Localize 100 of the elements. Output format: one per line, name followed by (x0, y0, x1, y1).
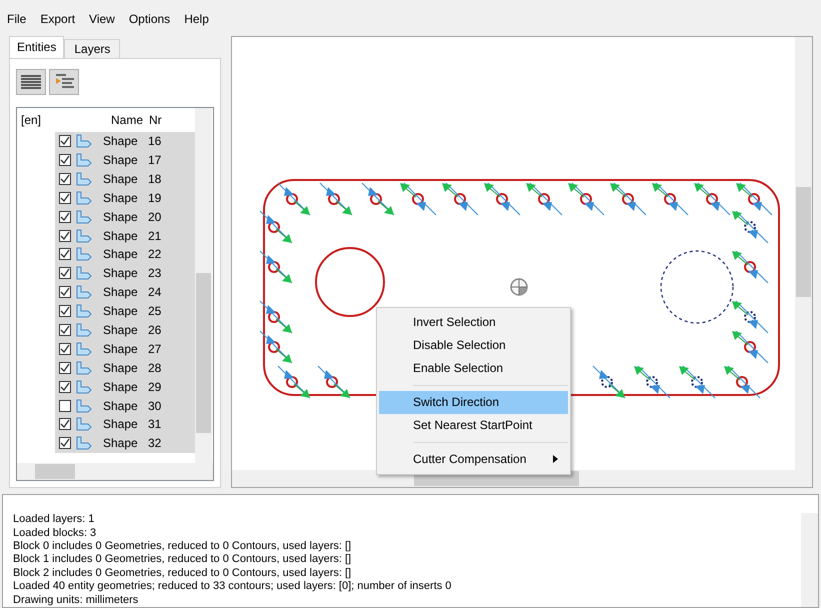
menu-item[interactable]: Export (40, 12, 76, 27)
shape-icon (76, 210, 92, 224)
scrollbar[interactable] (195, 108, 212, 464)
tree-row[interactable]: Shape 24 (55, 282, 195, 302)
checkbox[interactable] (59, 400, 71, 412)
tree-row[interactable]: Shape 16 (55, 132, 195, 150)
menu-item[interactable]: Invert Selection (379, 310, 568, 334)
shape-name: Shape (103, 190, 139, 207)
shape-name: Shape (103, 246, 139, 264)
shape-icon (76, 152, 92, 167)
shape-name: Shape (103, 208, 139, 226)
checkbox[interactable] (59, 210, 71, 223)
shape-number: 24 (148, 284, 162, 302)
tree-row[interactable]: Shape 17 (55, 150, 195, 170)
shape-number: 19 (148, 190, 162, 207)
shape-icon (76, 398, 92, 413)
direction-marker-icon (260, 210, 292, 244)
column-header[interactable]: Name (107, 110, 145, 129)
checkbox[interactable] (59, 380, 71, 393)
shape-number: 26 (148, 322, 162, 339)
direction-marker-icon (318, 365, 350, 398)
direction-marker-icon (260, 300, 292, 334)
shape-name: Shape (103, 435, 139, 452)
checkbox[interactable] (59, 324, 71, 336)
tree-row[interactable]: Shape 30 (55, 396, 195, 415)
menu-item[interactable]: Enable Selection (379, 356, 568, 380)
checkbox[interactable] (59, 230, 71, 242)
drawing-canvas[interactable]: Invert Selection Disable Selection Enable Selection Switch Direction Set Nearest StartPoint Cutter Compensation (231, 36, 813, 488)
menu-item[interactable]: Disable Selection (379, 334, 568, 357)
checkbox[interactable] (59, 418, 71, 430)
list-view-button[interactable] (16, 68, 46, 95)
horizontal-scrollbar[interactable] (232, 470, 812, 488)
menu-item[interactable]: Cutter Compensation (379, 448, 568, 471)
menu-item[interactable]: Help (184, 12, 209, 27)
shape-name: Shape (103, 322, 139, 339)
checkbox[interactable] (59, 172, 71, 185)
checkbox[interactable] (59, 437, 71, 450)
tree-row[interactable]: Shape 22 (55, 244, 195, 264)
tree-row[interactable]: Shape 19 (55, 188, 195, 208)
direction-marker-icon (679, 365, 716, 398)
shape-icon (76, 190, 92, 205)
tree-row[interactable]: Shape 31 (55, 414, 195, 434)
tab[interactable]: Entities (9, 36, 64, 58)
shape-number: 18 (148, 170, 162, 188)
tree-row[interactable]: Shape 27 (55, 339, 195, 358)
shape-name: Shape (103, 152, 139, 169)
shape-number: 22 (148, 246, 162, 264)
tree-row[interactable]: Shape 28 (55, 358, 195, 378)
checkbox[interactable] (59, 305, 71, 318)
submenu-arrow-icon (553, 455, 558, 464)
direction-marker-icon (484, 182, 520, 216)
shape-icon (76, 380, 92, 394)
checkbox[interactable] (59, 342, 71, 355)
direction-marker-icon (610, 182, 646, 216)
shape-icon (76, 417, 92, 432)
checkbox[interactable] (59, 154, 71, 166)
direction-marker-icon (260, 250, 292, 284)
shape-name: Shape (103, 284, 139, 302)
checkbox[interactable] (59, 362, 71, 374)
tree-row[interactable]: Shape 23 (55, 264, 195, 283)
menu-item[interactable]: View (89, 12, 115, 27)
shape-number: 21 (148, 228, 162, 244)
checkbox[interactable] (59, 248, 71, 260)
horizontal-scrollbar[interactable] (17, 463, 213, 480)
log-line: Block 1 includes 0 Geometries, reduced to 0 Contours, used layers: [] (13, 553, 352, 567)
tree-row[interactable]: Shape 20 (55, 207, 195, 226)
menu-item[interactable]: Set Nearest StartPoint (379, 414, 568, 437)
column-header[interactable]: [en] (17, 110, 107, 129)
tab[interactable]: Layers (64, 38, 120, 58)
tree-row[interactable]: Shape 25 (55, 302, 195, 321)
log-line: Loaded blocks: 3 (13, 526, 98, 540)
tree-row[interactable]: Shape 32 (55, 434, 195, 453)
menu-item[interactable]: File (7, 12, 26, 27)
direction-marker-icon (400, 182, 436, 216)
direction-marker-icon (362, 182, 394, 216)
shape-name: Shape (103, 265, 139, 282)
checkbox[interactable] (59, 135, 71, 148)
tree-view-button[interactable] (49, 68, 79, 95)
shape-icon (76, 342, 92, 356)
menu-item[interactable]: Options (128, 12, 170, 27)
checkbox[interactable] (59, 267, 71, 280)
shape-icon (76, 134, 92, 148)
checkbox[interactable] (59, 286, 71, 298)
vertical-scrollbar[interactable] (795, 36, 812, 470)
vertical-scrollbar[interactable] (801, 513, 818, 607)
tree-row[interactable]: Shape 21 (55, 226, 195, 245)
column-header[interactable]: Nr (145, 110, 169, 129)
menu-item[interactable]: Switch Direction (379, 390, 568, 414)
checkbox[interactable] (59, 192, 71, 204)
direction-marker-icon (652, 182, 688, 216)
log-line: Drawing units: millimeters (13, 594, 140, 607)
shape-icon (76, 285, 92, 300)
tree-row[interactable]: Shape 18 (55, 169, 195, 188)
shape-icon (76, 266, 92, 280)
shape-number: 32 (148, 435, 162, 452)
shape-number: 27 (148, 340, 162, 358)
shape-icon (76, 247, 92, 262)
tree-row[interactable]: Shape 29 (55, 377, 195, 396)
tree-row[interactable]: Shape 26 (55, 320, 195, 340)
shape-name: Shape (103, 133, 139, 150)
